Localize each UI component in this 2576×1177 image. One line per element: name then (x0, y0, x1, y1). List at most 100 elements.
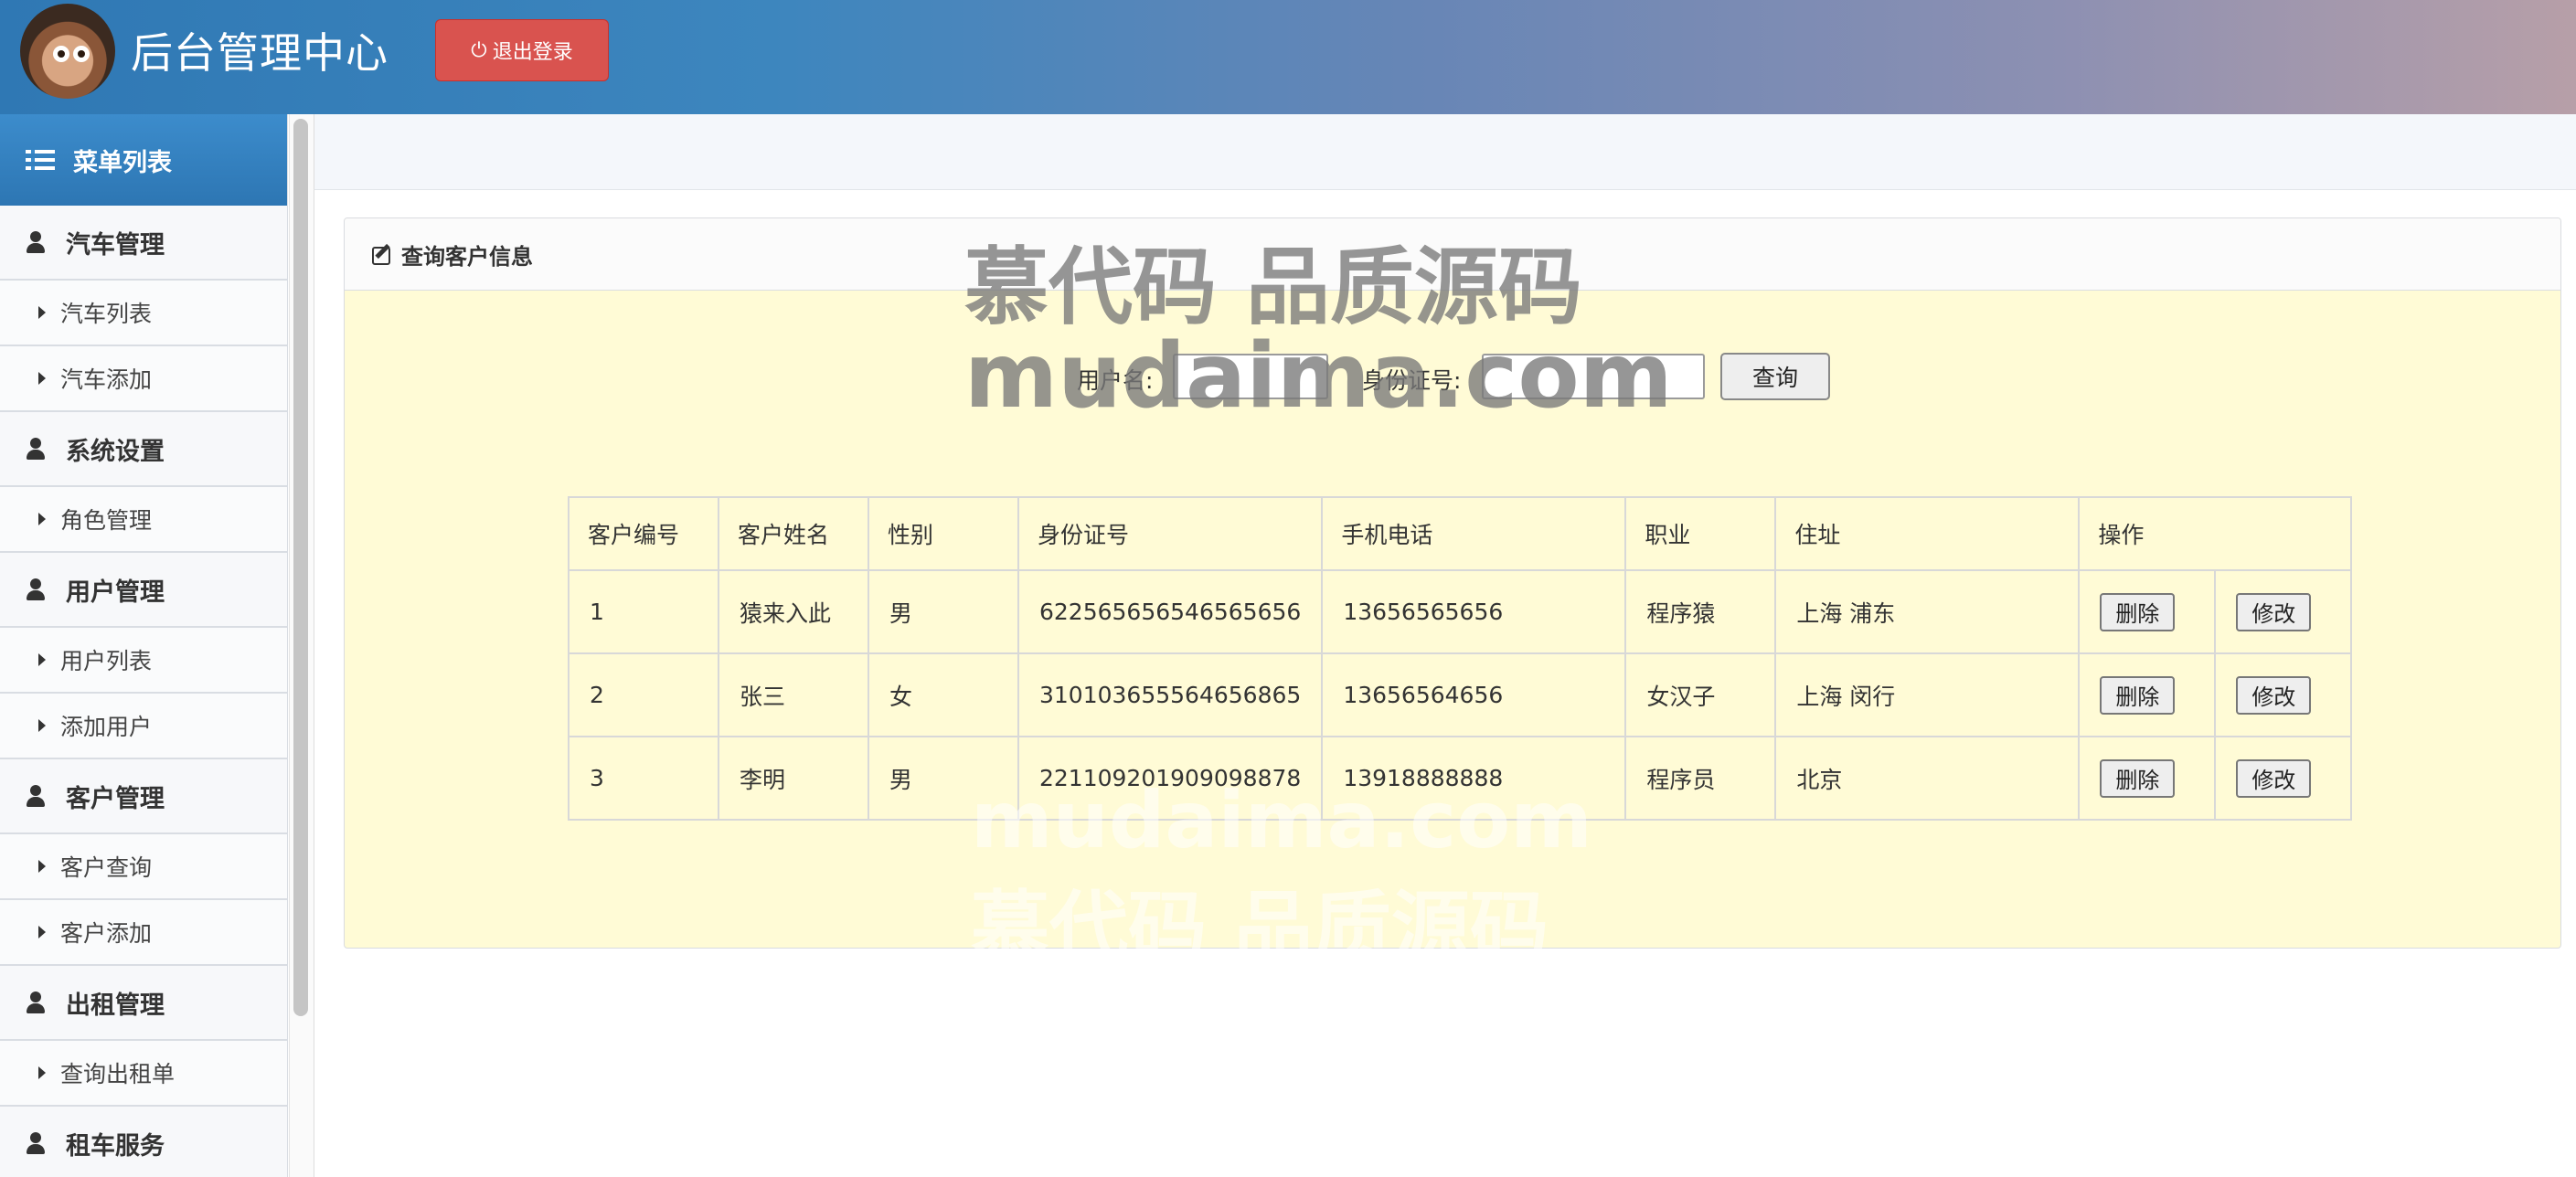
table-row: 1 猿来入此 男 622565656546565656 13656565656 … (568, 569, 2353, 654)
caret-right-icon (38, 513, 46, 525)
column-header: 职业 (1624, 496, 1777, 571)
caret-right-icon (38, 1066, 46, 1079)
sidebar-group-service[interactable]: 租车服务 (0, 1107, 287, 1177)
item-label: 汽车列表 (60, 301, 153, 327)
group-label: 汽车管理 (66, 230, 165, 260)
cell-phone: 13918888888 (1321, 736, 1627, 821)
query-button[interactable]: 查询 (1720, 353, 1830, 400)
cell-edit: 修改 (2214, 736, 2353, 821)
sidebar-item-car-list[interactable]: 汽车列表 (0, 281, 287, 346)
delete-button[interactable]: 删除 (2100, 592, 2176, 631)
content-topbar (314, 114, 2576, 190)
group-label: 出租管理 (66, 991, 165, 1020)
caret-right-icon (38, 860, 46, 873)
cell-phone: 13656565656 (1321, 569, 1627, 654)
sidebar-group-customers[interactable]: 客户管理 (0, 759, 287, 834)
user-icon (26, 1132, 46, 1154)
sidebar-group-users[interactable]: 用户管理 (0, 553, 287, 628)
sidebar-item-user-list[interactable]: 用户列表 (0, 628, 287, 694)
sidebar-group-system[interactable]: 系统设置 (0, 412, 287, 487)
header-bar: 后台管理中心 ⏻ 退出登录 (0, 0, 2576, 114)
column-header: 客户编号 (568, 496, 719, 571)
customer-query-panel: 查询客户信息 用户名: 身份证号: 查询 客户编号 客户姓名 性别 身份证号 手… (344, 217, 2561, 949)
table-row: 2 张三 女 310103655564656865 13656564656 女汉… (568, 652, 2353, 737)
cell-address: 上海 浦东 (1774, 569, 2081, 654)
sidebar-item-rental-query[interactable]: 查询出租单 (0, 1041, 287, 1107)
column-header: 客户姓名 (718, 496, 869, 571)
sidebar-item-user-add[interactable]: 添加用户 (0, 694, 287, 759)
username-label: 用户名: (1077, 367, 1154, 394)
idcard-input[interactable] (1482, 354, 1705, 399)
sidebar-item-customer-add[interactable]: 客户添加 (0, 900, 287, 966)
user-icon (26, 785, 46, 807)
cell-name: 猿来入此 (718, 569, 869, 654)
item-label: 角色管理 (60, 507, 153, 534)
user-icon (26, 438, 46, 460)
menu-header: 菜单列表 (0, 114, 287, 206)
app-title: 后台管理中心 (131, 28, 389, 78)
cell-job: 程序员 (1624, 736, 1777, 821)
cell-job: 女汉子 (1624, 652, 1777, 737)
cell-gender: 男 (868, 569, 1019, 654)
column-header: 操作 (2078, 496, 2353, 571)
item-label: 客户添加 (60, 920, 153, 947)
username-input[interactable] (1173, 354, 1328, 399)
group-label: 系统设置 (66, 437, 165, 466)
caret-right-icon (38, 653, 46, 666)
caret-right-icon (38, 719, 46, 732)
item-label: 客户查询 (60, 854, 153, 881)
cell-edit: 修改 (2214, 569, 2353, 654)
cell-delete: 删除 (2078, 652, 2217, 737)
item-label: 添加用户 (60, 714, 153, 740)
table-row: 3 李明 男 221109201909098878 13918888888 程序… (568, 736, 2353, 821)
cell-id: 2 (568, 652, 719, 737)
sidebar: 菜单列表 汽车管理 汽车列表 汽车添加 系统设置 角色管理 用户管理 用户列表 … (0, 114, 288, 1177)
sidebar-group-rental[interactable]: 出租管理 (0, 966, 287, 1041)
list-icon (26, 150, 55, 170)
sidebar-item-roles[interactable]: 角色管理 (0, 487, 287, 553)
cell-name: 张三 (718, 652, 869, 737)
cell-phone: 13656564656 (1321, 652, 1627, 737)
item-label: 用户列表 (60, 648, 153, 674)
search-form: 用户名: 身份证号: 查询 (345, 353, 2560, 403)
column-header: 身份证号 (1017, 496, 1324, 571)
sidebar-item-customer-query[interactable]: 客户查询 (0, 834, 287, 900)
edit-button[interactable]: 修改 (2236, 675, 2312, 715)
caret-right-icon (38, 306, 46, 319)
column-header: 性别 (868, 496, 1019, 571)
cell-idcard: 310103655564656865 (1017, 652, 1324, 737)
cell-idcard: 622565656546565656 (1017, 569, 1324, 654)
logout-label: 退出登录 (492, 41, 573, 64)
customer-table: 客户编号 客户姓名 性别 身份证号 手机电话 职业 住址 操作 1 猿来入此 男… (568, 496, 2353, 821)
user-icon (26, 231, 46, 253)
idcard-label: 身份证号: (1362, 367, 1462, 394)
avatar (20, 4, 115, 99)
cell-id: 1 (568, 569, 719, 654)
column-header: 住址 (1774, 496, 2081, 571)
column-header: 手机电话 (1321, 496, 1627, 571)
edit-button[interactable]: 修改 (2236, 758, 2312, 798)
sidebar-item-car-add[interactable]: 汽车添加 (0, 346, 287, 412)
cell-id: 3 (568, 736, 719, 821)
cell-name: 李明 (718, 736, 869, 821)
sidebar-group-car[interactable]: 汽车管理 (0, 206, 287, 281)
table-header-row: 客户编号 客户姓名 性别 身份证号 手机电话 职业 住址 操作 (568, 496, 2353, 571)
cell-gender: 男 (868, 736, 1019, 821)
cell-address: 上海 闵行 (1774, 652, 2081, 737)
edit-button[interactable]: 修改 (2236, 592, 2312, 631)
caret-right-icon (38, 926, 46, 938)
user-icon (26, 991, 46, 1013)
cell-delete: 删除 (2078, 569, 2217, 654)
group-label: 客户管理 (66, 784, 165, 813)
item-label: 汽车添加 (60, 366, 153, 393)
cell-delete: 删除 (2078, 736, 2217, 821)
caret-right-icon (38, 372, 46, 385)
menu-title: 菜单列表 (73, 148, 172, 177)
panel-title: 查询客户信息 (401, 243, 533, 270)
sidebar-scroll-thumb[interactable] (293, 119, 308, 1016)
delete-button[interactable]: 删除 (2100, 758, 2176, 798)
logout-button[interactable]: ⏻ 退出登录 (435, 19, 609, 81)
item-label: 查询出租单 (60, 1061, 176, 1087)
group-label: 租车服务 (66, 1131, 165, 1161)
delete-button[interactable]: 删除 (2100, 675, 2176, 715)
